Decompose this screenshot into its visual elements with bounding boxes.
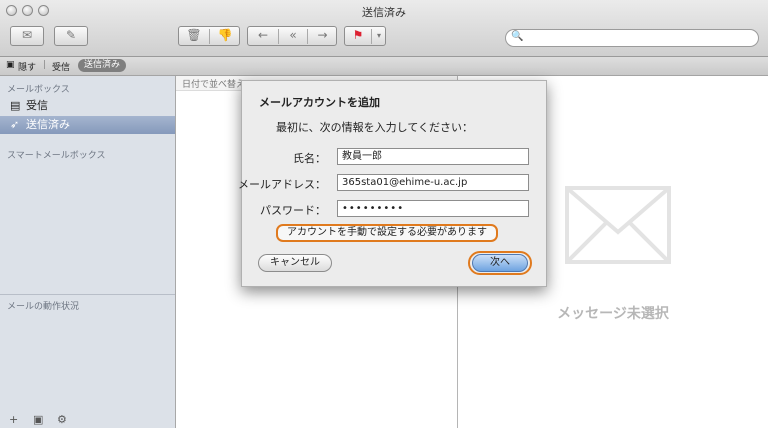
favorites-bar: ▣ 隠す | 受信 送信済み — [0, 57, 768, 76]
search-field[interactable]: 🔍 — [505, 29, 759, 47]
reply-all-icon[interactable]: « — [279, 27, 307, 44]
fav-sent[interactable]: 送信済み — [78, 59, 127, 72]
get-mail-button[interactable]: ✉ — [10, 26, 44, 46]
name-label: 氏名： — [293, 152, 326, 165]
sidebar-item-label: 受信 — [26, 99, 48, 112]
envelope-icon — [565, 186, 671, 264]
trash-icon[interactable]: 🗑 — [179, 27, 209, 44]
chevron-down-icon[interactable]: ▾ — [372, 27, 386, 44]
inbox-icon: ✉ — [21, 28, 33, 42]
gear-icon[interactable]: ⚙ — [57, 413, 67, 426]
password-field[interactable]: ••••••••• — [337, 200, 529, 217]
sidebar-divider[interactable] — [0, 294, 175, 295]
sheet-title: メールアカウントを追加 — [259, 96, 380, 109]
hide-mailboxes-icon[interactable]: ▣ — [6, 60, 15, 70]
sheet-intro: 最初に、次の情報を入力してください： — [276, 121, 474, 134]
favbar-separator: | — [43, 60, 47, 70]
sidebar: メールボックス ▤ 受信 ➶ 送信済み スマートメールボックス メールの動作状況… — [0, 76, 176, 428]
thumbs-down-icon[interactable]: 👎 — [210, 27, 240, 44]
title-toolbar: 送信済み ✉ ✎ 🗑 👎 ← « → ⚑ ▾ 🔍 — [0, 0, 768, 57]
password-label: パスワード： — [260, 204, 326, 217]
flag-icon: ⚑ — [352, 28, 364, 42]
show-hide-button[interactable]: ▣ — [33, 413, 43, 426]
compose-button[interactable]: ✎ — [54, 26, 88, 46]
hide-link[interactable]: 隠す — [18, 60, 36, 73]
mail-activity-header: メールの動作状況 — [7, 302, 80, 312]
cancel-button[interactable]: キャンセル — [258, 254, 332, 272]
inbox-tray-icon: ▤ — [10, 99, 21, 112]
compose-icon: ✎ — [65, 28, 77, 42]
add-mailbox-button[interactable]: + — [9, 413, 18, 426]
sort-label[interactable]: 日付で並べ替え — [182, 77, 245, 90]
fav-inbox[interactable]: 受信 — [52, 60, 70, 73]
next-button[interactable]: 次へ — [472, 254, 528, 272]
manual-setup-notice: アカウントを手動で設定する必要があります — [276, 224, 498, 242]
reply-group: ← « → — [247, 26, 337, 46]
search-input[interactable] — [526, 31, 755, 46]
sidebar-item-label: 送信済み — [26, 118, 70, 131]
sidebar-bottom-bar: + ▣ ⚙ — [0, 413, 175, 427]
flag-button[interactable]: ⚑ ▾ — [344, 26, 386, 46]
sidebar-item-inbox[interactable]: ▤ 受信 — [0, 97, 175, 115]
forward-icon[interactable]: → — [308, 27, 337, 44]
email-label: メールアドレス： — [238, 178, 326, 191]
search-icon: 🔍 — [511, 31, 524, 42]
add-account-sheet: メールアカウントを追加 最初に、次の情報を入力してください： 氏名： 教員一郎 … — [238, 80, 547, 287]
window-title: 送信済み — [362, 6, 406, 19]
reply-icon[interactable]: ← — [248, 27, 278, 44]
name-field[interactable]: 教員一郎 — [337, 148, 529, 165]
delete-junk-group: 🗑 👎 — [178, 26, 240, 46]
sidebar-item-sent[interactable]: ➶ 送信済み — [0, 116, 175, 134]
mailboxes-header: メールボックス — [7, 85, 70, 95]
no-message-selected: メッセージ未選択 — [557, 306, 669, 322]
smart-mailboxes-header: スマートメールボックス — [7, 151, 106, 161]
email-field[interactable]: 365sta01@ehime-u.ac.jp — [337, 174, 529, 191]
paper-plane-icon: ➶ — [10, 118, 20, 131]
